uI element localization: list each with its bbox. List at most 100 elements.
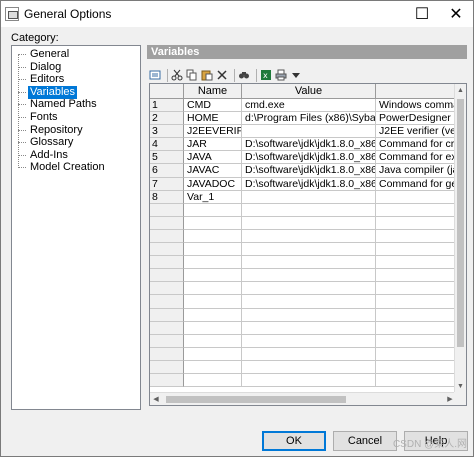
value-cell[interactable] (242, 347, 376, 361)
column-header-comment[interactable] (376, 84, 456, 99)
row-number-cell[interactable]: 2 (150, 112, 184, 126)
name-cell[interactable] (184, 256, 242, 270)
name-cell[interactable] (184, 243, 242, 257)
category-item[interactable]: Add-Ins (12, 149, 70, 162)
value-cell[interactable] (242, 295, 376, 309)
name-cell[interactable] (184, 321, 242, 335)
name-cell[interactable] (184, 308, 242, 322)
row-number-cell[interactable] (150, 243, 184, 257)
value-cell[interactable]: D:\software\jdk\jdk1.8.0_x86\bin (242, 164, 376, 178)
value-cell[interactable] (242, 373, 376, 388)
comment-cell[interactable]: Command for creat (376, 138, 456, 152)
value-cell[interactable] (242, 203, 376, 217)
category-item[interactable]: Named Paths (12, 98, 99, 111)
name-cell[interactable] (184, 203, 242, 217)
vertical-scroll-thumb[interactable] (457, 99, 464, 347)
cut-icon[interactable] (171, 69, 183, 81)
name-cell[interactable]: CMD (184, 99, 242, 113)
value-cell[interactable]: d:\Program Files (x86)\Sybase\P (242, 112, 376, 126)
row-number-cell[interactable] (150, 321, 184, 335)
table-row[interactable] (150, 308, 456, 322)
row-number-cell[interactable]: 4 (150, 138, 184, 152)
value-cell[interactable] (242, 360, 376, 374)
row-number-cell[interactable]: 7 (150, 177, 184, 191)
scroll-up-icon[interactable]: ▲ (455, 84, 466, 96)
comment-cell[interactable] (376, 230, 456, 244)
row-number-cell[interactable]: 5 (150, 151, 184, 165)
name-cell[interactable] (184, 347, 242, 361)
table-row[interactable] (150, 360, 456, 374)
find-icon[interactable] (238, 69, 250, 81)
cancel-button[interactable]: Cancel (333, 431, 397, 451)
category-item[interactable]: Dialog (12, 61, 63, 74)
comment-cell[interactable] (376, 217, 456, 230)
name-cell[interactable] (184, 216, 242, 230)
scroll-down-icon[interactable]: ▼ (455, 380, 466, 392)
value-cell[interactable] (242, 190, 376, 204)
value-cell[interactable]: D:\software\jdk\jdk1.8.0_x86\bin (242, 151, 376, 165)
row-number-cell[interactable]: 6 (150, 164, 184, 178)
name-cell[interactable] (184, 282, 242, 296)
row-number-cell[interactable] (150, 308, 184, 322)
table-row[interactable] (150, 256, 456, 270)
comment-cell[interactable]: PowerDesigner ho (376, 112, 456, 126)
table-row[interactable]: 2HOMEd:\Program Files (x86)\Sybase\PPowe… (150, 112, 456, 126)
excel-icon[interactable]: x (260, 69, 272, 81)
column-header-name[interactable]: Name (184, 84, 242, 99)
comment-cell[interactable] (376, 204, 456, 217)
variables-grid[interactable]: Name Value 1 CMD cmd.exe Windows commar 2 HOM… (149, 83, 467, 406)
vertical-scrollbar[interactable]: ▲ ▼ (454, 84, 466, 392)
value-cell[interactable] (242, 321, 376, 335)
comment-cell[interactable] (376, 335, 456, 348)
table-row[interactable] (150, 347, 456, 361)
category-item[interactable]: Editors (12, 73, 66, 86)
value-cell[interactable] (242, 256, 376, 270)
row-number-cell[interactable]: 3 (150, 125, 184, 139)
table-row[interactable]: 8 Var_1 (150, 190, 456, 204)
table-row[interactable] (150, 229, 456, 244)
name-cell[interactable] (184, 295, 242, 309)
comment-cell[interactable] (376, 191, 456, 204)
value-cell[interactable] (242, 282, 376, 296)
table-row[interactable]: 7JAVADOCD:\software\jdk\jdk1.8.0_x86\bin… (150, 177, 456, 191)
row-number-cell[interactable] (150, 334, 184, 348)
name-cell[interactable] (184, 269, 242, 283)
category-item[interactable]: General (12, 48, 71, 61)
name-cell[interactable]: J2EEVERIF (184, 125, 242, 139)
category-item[interactable]: Variables (12, 85, 78, 99)
row-number-cell[interactable] (150, 229, 184, 244)
value-cell[interactable]: D:\software\jdk\jdk1.8.0_x86\bin (242, 138, 376, 152)
row-number-cell[interactable] (150, 347, 184, 361)
comment-cell[interactable] (376, 243, 456, 257)
value-cell[interactable] (242, 308, 376, 322)
name-cell[interactable]: JAVAC (184, 164, 242, 178)
value-cell[interactable] (242, 216, 376, 230)
category-item[interactable]: Fonts (12, 111, 60, 124)
copy-icon[interactable] (186, 69, 198, 81)
properties-icon[interactable] (149, 69, 161, 81)
table-row[interactable] (150, 334, 456, 348)
name-cell[interactable]: JAVA (184, 151, 242, 165)
dropdown-icon[interactable] (290, 69, 302, 81)
name-cell[interactable]: HOME (184, 112, 242, 126)
name-cell[interactable]: JAR (184, 138, 242, 152)
ok-button[interactable]: OK (262, 431, 326, 451)
table-row[interactable] (150, 282, 456, 296)
name-cell[interactable] (184, 229, 242, 244)
row-number-cell[interactable] (150, 256, 184, 270)
row-number-cell[interactable] (150, 203, 184, 217)
row-number-cell[interactable] (150, 295, 184, 309)
row-number-cell[interactable] (150, 216, 184, 230)
row-number-cell[interactable] (150, 373, 184, 388)
table-row[interactable]: 1 CMD cmd.exe Windows commar (150, 99, 456, 113)
comment-cell[interactable]: Windows commar (376, 99, 456, 113)
row-number-cell[interactable] (150, 360, 184, 374)
row-number-cell[interactable] (150, 269, 184, 283)
comment-cell[interactable] (376, 322, 456, 335)
column-header-value[interactable]: Value (242, 84, 376, 99)
close-icon[interactable]: ✕ (439, 1, 473, 27)
name-cell[interactable]: Var_1 (184, 190, 242, 204)
value-cell[interactable] (242, 125, 376, 139)
table-row[interactable] (150, 243, 456, 257)
row-number-cell[interactable] (150, 282, 184, 296)
